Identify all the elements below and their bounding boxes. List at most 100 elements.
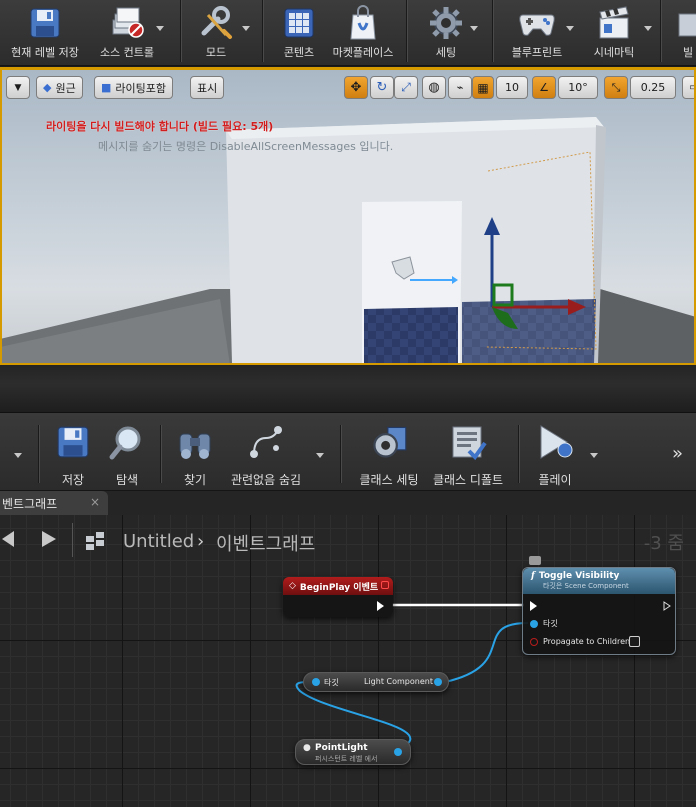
translate-mode-button[interactable]: ✥ — [344, 76, 368, 99]
toolbar-divider — [518, 425, 519, 483]
rotate-mode-button[interactable]: ↻ — [370, 76, 394, 99]
scale-snap-toggle[interactable]: ⤡ — [604, 76, 628, 99]
modes-icon — [196, 3, 236, 43]
surface-snap-button[interactable]: ⌁ — [448, 76, 472, 99]
bp-save-button[interactable]: 저장 — [50, 421, 96, 491]
content-button[interactable]: 콘텐츠 — [268, 0, 330, 66]
save-icon — [51, 421, 95, 463]
light-component-getter-node[interactable]: 타깃 Light Component — [303, 672, 449, 692]
toggle-exec-out-pin[interactable] — [663, 601, 671, 611]
modes-button[interactable]: 모드 — [190, 0, 242, 66]
toolbar-dropdown-icon[interactable] — [14, 453, 22, 458]
browse-button[interactable]: 탐색 — [104, 421, 150, 491]
perspective-button[interactable]: ◆ 원근 — [36, 76, 83, 99]
blueprints-button[interactable]: 블루프린트 — [500, 0, 574, 66]
blueprints-dropdown-icon[interactable] — [566, 26, 574, 31]
lighting-mode-button[interactable]: ■ 라이팅포함 — [94, 76, 174, 99]
light-component-output-pin[interactable] — [434, 678, 442, 686]
level-viewport[interactable]: ▼ ◆ 원근 ■ 라이팅포함 표시 ✥ ↻ ⤢ ◍ ⌁ ▦ 10 ∠ 10° ⤡… — [0, 67, 696, 365]
content-label: 콘텐츠 — [283, 46, 315, 59]
propagate-pin[interactable] — [530, 638, 538, 646]
beginplay-node-header: ◇ BeginPlay 이벤트 — [283, 577, 393, 595]
class-settings-button[interactable]: 클래스 세팅 — [356, 421, 422, 491]
toolbar-divider — [180, 0, 181, 62]
grid-snap-value[interactable]: 10 — [496, 76, 528, 99]
propagate-checkbox[interactable] — [629, 636, 640, 647]
unreal-editor: 현재 레벨 저장 소스 컨트롤 모드 콘텐츠 마켓플레이스 세팅 블루프린트 시… — [0, 0, 696, 807]
event-diamond-icon: ◇ — [289, 581, 296, 591]
settings-dropdown-icon[interactable] — [470, 26, 478, 31]
source-control-icon — [107, 3, 147, 43]
toolbar-divider — [406, 0, 407, 62]
scale-snap-value-text: 0.25 — [640, 81, 666, 94]
find-button[interactable]: 찾기 — [172, 421, 218, 491]
pointlight-subtitle: 퍼시스턴트 레벨 에서 — [315, 755, 378, 763]
toolbar-divider — [492, 0, 493, 62]
rotation-snap-toggle[interactable]: ∠ — [532, 76, 556, 99]
browse-label: 탐색 — [115, 473, 139, 487]
marketplace-button[interactable]: 마켓플레이스 — [328, 0, 398, 66]
hide-unrelated-label: 관련없음 숨김 — [230, 473, 302, 487]
toggle-visibility-node[interactable]: f Toggle Visibility 타깃은 Scene Component … — [522, 556, 676, 655]
scale-mode-button[interactable]: ⤢ — [394, 76, 418, 99]
toggle-visibility-subtitle: 타깃은 Scene Component — [543, 582, 629, 590]
modes-dropdown-icon[interactable] — [242, 26, 250, 31]
close-icon[interactable]: × — [90, 495, 100, 509]
pointlight-output-pin[interactable] — [394, 748, 402, 756]
class-defaults-button[interactable]: 클래스 디폴트 — [430, 421, 506, 491]
show-flags-button[interactable]: 표시 — [190, 76, 225, 99]
surface-snap-icon: ⌁ — [456, 81, 464, 94]
panel-splitter[interactable] — [0, 365, 696, 413]
hide-unrelated-button[interactable]: 관련없음 숨김 — [226, 421, 306, 491]
function-icon: f — [531, 571, 535, 581]
toggle-visibility-title: Toggle Visibility — [538, 571, 620, 581]
viewport-toolbar: ▼ ◆ 원근 ■ 라이팅포함 표시 ✥ ↻ ⤢ ◍ ⌁ ▦ 10 ∠ 10° ⤡… — [6, 76, 694, 100]
toolbar-divider — [660, 0, 661, 62]
grid-snap-toggle[interactable]: ▦ — [472, 76, 494, 99]
build-button[interactable]: 빌 — [668, 0, 696, 66]
beginplay-event-node[interactable]: ◇ BeginPlay 이벤트 — [283, 577, 393, 617]
delegate-pin-icon[interactable] — [381, 581, 389, 589]
camera-speed-icon: ▭ — [689, 82, 694, 93]
tab-event-graph[interactable]: 벤트그래프 × — [0, 491, 108, 515]
perspective-icon: ◆ — [43, 81, 52, 94]
toolbar-overflow-icon[interactable]: » — [672, 443, 683, 464]
save-current-level-button[interactable]: 현재 레벨 저장 — [4, 0, 86, 66]
node-comment-icon — [529, 556, 541, 565]
settings-button[interactable]: 세팅 — [418, 0, 474, 66]
pointlight-reference-node[interactable]: ● PointLight 퍼시스턴트 레벨 에서 — [295, 739, 411, 765]
cinematics-button[interactable]: 시네마틱 — [582, 0, 646, 66]
save-icon — [25, 3, 65, 43]
propagate-label: Propagate to Children — [543, 637, 631, 646]
source-control-button[interactable]: 소스 컨트롤 — [90, 0, 164, 66]
toolbar-divider — [262, 0, 263, 62]
viewport-options-button[interactable]: ▼ — [6, 76, 30, 99]
play-dropdown-icon[interactable] — [590, 453, 598, 458]
camera-speed-button[interactable]: ▭ — [682, 76, 694, 99]
rotation-snap-value[interactable]: 10° — [558, 76, 598, 99]
class-settings-label: 클래스 세팅 — [359, 473, 419, 487]
modes-label: 모드 — [205, 46, 227, 59]
scale-snap-value[interactable]: 0.25 — [630, 76, 676, 99]
light-component-output-label: Light Component — [364, 677, 433, 686]
graph-tab-bar: 벤트그래프 × — [0, 491, 696, 515]
settings-icon — [426, 3, 466, 43]
toolbar-divider — [160, 425, 161, 483]
world-local-toggle[interactable]: ◍ — [422, 76, 446, 99]
light-component-target-pin[interactable] — [312, 678, 320, 686]
blueprint-graph-canvas[interactable]: Untitled › 이벤트그래프 -3 줌 ◇ BeginPlay 이벤트 f… — [0, 515, 696, 807]
source-control-dropdown-icon[interactable] — [156, 26, 164, 31]
hide-unrelated-dropdown-icon[interactable] — [316, 453, 324, 458]
cinematics-dropdown-icon[interactable] — [644, 26, 652, 31]
beginplay-exec-out-pin[interactable] — [377, 601, 384, 611]
beginplay-node-title: BeginPlay 이벤트 — [299, 582, 379, 593]
toggle-exec-in-pin[interactable] — [530, 601, 537, 611]
play-button[interactable]: 플레이 — [530, 421, 580, 491]
play-label: 플레이 — [538, 473, 572, 487]
gear-icon — [367, 421, 411, 463]
rotate-icon: ↻ — [376, 80, 388, 95]
blueprints-label: 블루프린트 — [511, 46, 563, 59]
toggle-target-pin[interactable] — [530, 620, 538, 628]
globe-icon: ◍ — [428, 80, 440, 95]
lighting-cube-icon: ■ — [101, 81, 112, 94]
